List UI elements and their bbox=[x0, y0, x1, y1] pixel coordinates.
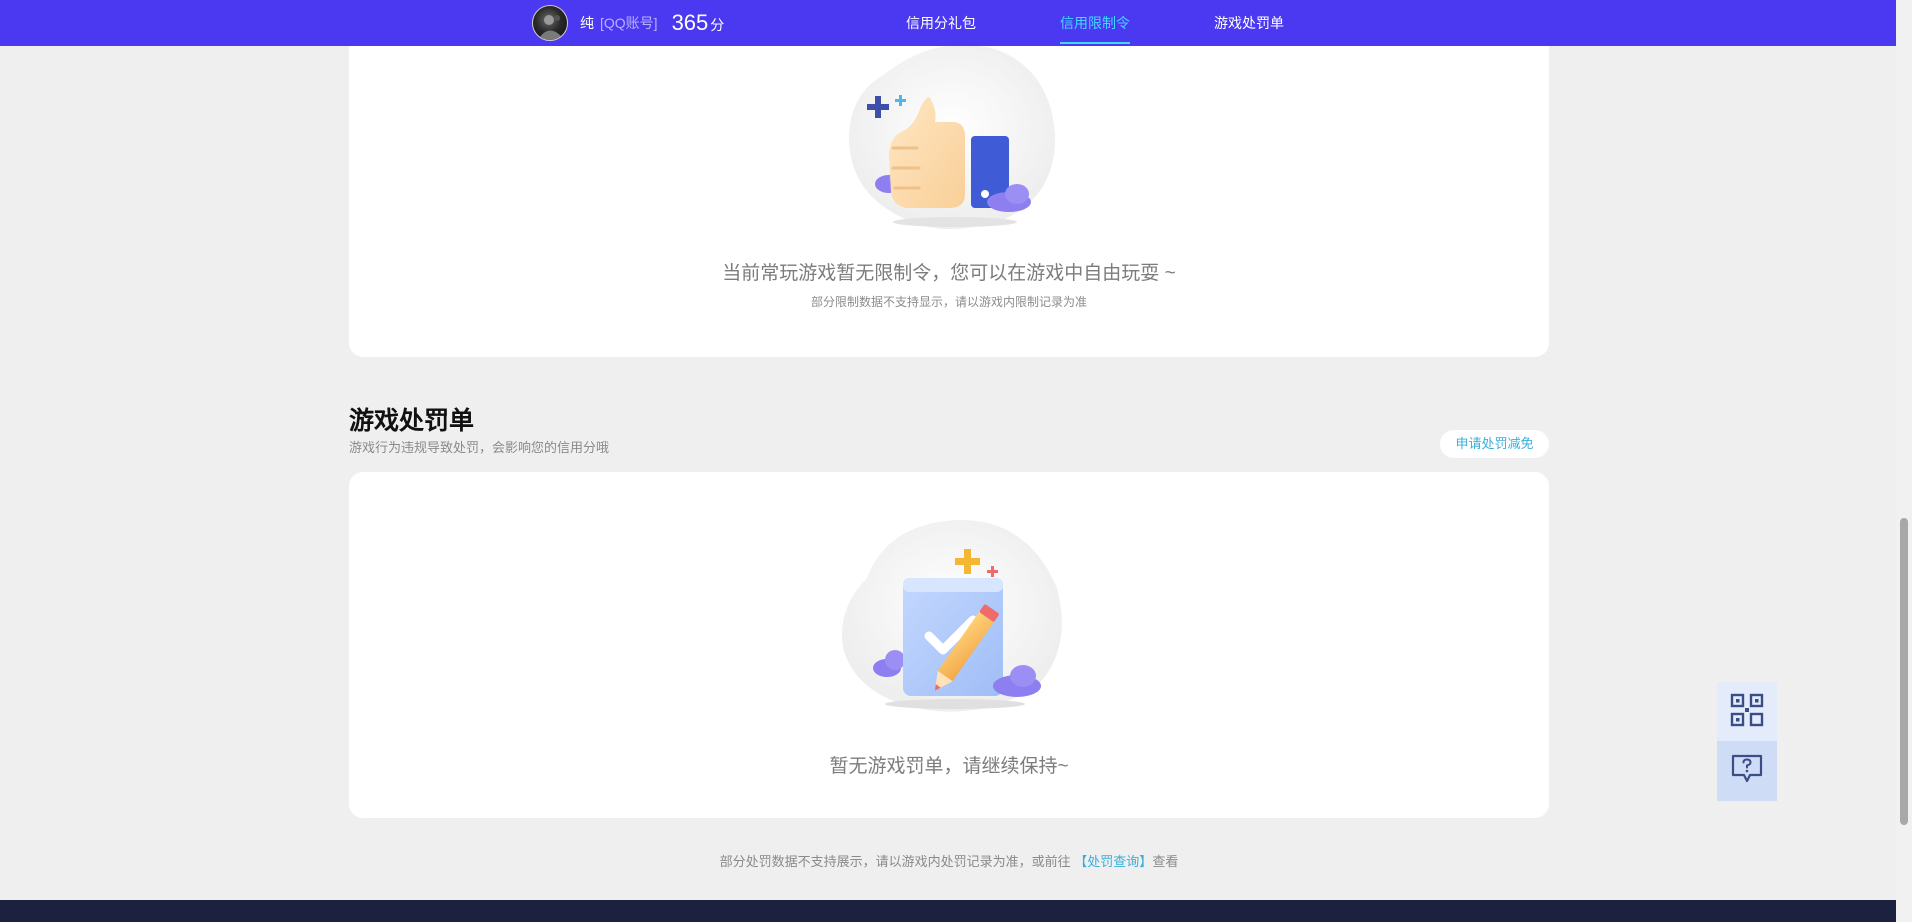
nav-credit-gift[interactable]: 信用分礼包 bbox=[906, 0, 976, 46]
penalty-section-title: 游戏处罚单 bbox=[349, 407, 475, 435]
nav-restriction-order[interactable]: 信用限制令 bbox=[1060, 0, 1130, 46]
footer-bar bbox=[0, 900, 1896, 922]
clipboard-check-illustration bbox=[837, 518, 1073, 723]
avatar[interactable] bbox=[532, 5, 568, 41]
penalty-empty-message: 暂无游戏罚单，请继续保持~ bbox=[829, 756, 1069, 777]
penalty-footnote: 部分处罚数据不支持展示，请以游戏内处罚记录为准，或前往 【处罚查询】查看 bbox=[349, 851, 1549, 870]
penalty-section-description: 游戏行为违规导致处罚，会影响您的信用分哦 bbox=[349, 440, 610, 455]
user-info: 纯 [QQ账号] 365 分 bbox=[532, 5, 724, 41]
restriction-note: 部分限制数据不支持显示，请以游戏内限制记录为准 bbox=[810, 295, 1087, 309]
penalty-footnote-text: 部分处罚数据不支持展示，请以游戏内处罚记录为准，或前往 bbox=[719, 854, 1071, 869]
top-bar: 纯 [QQ账号] 365 分 信用分礼包 信用限制令 游戏处罚单 bbox=[0, 0, 1896, 46]
qr-code-icon bbox=[1730, 693, 1764, 732]
user-name: 纯 bbox=[580, 15, 594, 31]
help-chat-icon bbox=[1730, 753, 1764, 790]
scrollbar-thumb[interactable] bbox=[1900, 518, 1908, 825]
nav-game-penalty-label: 游戏处罚单 bbox=[1214, 15, 1284, 31]
penalty-query-link[interactable]: 【处罚查询】 bbox=[1074, 854, 1152, 869]
restriction-empty-message: 当前常玩游戏暂无限制令，您可以在游戏中自由玩耍 ~ bbox=[722, 263, 1176, 284]
nav-restriction-order-label: 信用限制令 bbox=[1060, 15, 1130, 31]
account-type: [QQ账号] bbox=[600, 15, 658, 31]
active-tab-indicator bbox=[1060, 42, 1130, 44]
help-button[interactable] bbox=[1717, 741, 1777, 801]
penalty-footnote-suffix: 查看 bbox=[1152, 854, 1179, 869]
nav-game-penalty[interactable]: 游戏处罚单 bbox=[1214, 0, 1284, 46]
apply-penalty-reduction-button[interactable]: 申请处罚减免 bbox=[1440, 430, 1549, 458]
qr-code-button[interactable] bbox=[1717, 682, 1777, 742]
credit-score-unit: 分 bbox=[710, 17, 725, 33]
nav-credit-gift-label: 信用分礼包 bbox=[906, 15, 976, 31]
thumbs-up-illustration bbox=[845, 44, 1065, 239]
credit-score-value: 365 bbox=[671, 10, 709, 35]
page-scrollbar[interactable] bbox=[1896, 0, 1912, 922]
